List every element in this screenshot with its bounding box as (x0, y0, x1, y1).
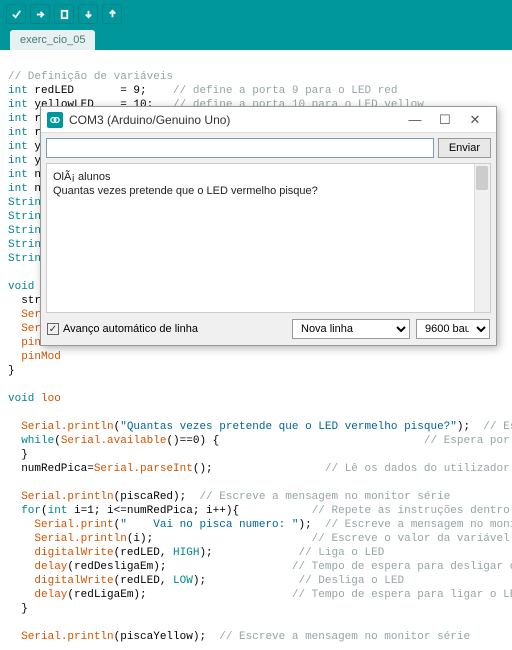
minimize-button[interactable]: — (400, 110, 430, 130)
serial-monitor-window: COM3 (Arduino/Genuino Uno) — ☐ ✕ Enviar … (40, 106, 497, 346)
serial-footer: ✓ Avanço automático de linha Nova linha … (41, 313, 496, 345)
serial-input[interactable] (46, 138, 434, 158)
serial-line: OlÃ¡ alunos (53, 170, 484, 184)
serial-title: COM3 (Arduino/Genuino Uno) (69, 113, 400, 127)
scroll-thumb[interactable] (476, 166, 488, 190)
autoscroll-label: Avanço automático de linha (63, 323, 198, 335)
serial-titlebar[interactable]: COM3 (Arduino/Genuino Uno) — ☐ ✕ (41, 107, 496, 133)
upload-button[interactable] (30, 4, 50, 24)
serial-send-row: Enviar (41, 133, 496, 163)
new-button[interactable] (54, 4, 74, 24)
code-kw: int (8, 85, 28, 97)
scrollbar[interactable] (474, 164, 490, 312)
checkbox-icon: ✓ (47, 323, 59, 335)
close-button[interactable]: ✕ (460, 110, 490, 130)
tab-bar: exerc_cio_05 (0, 28, 512, 50)
open-button[interactable] (78, 4, 98, 24)
tab-sketch[interactable]: exerc_cio_05 (10, 30, 95, 50)
toolbar (0, 0, 512, 28)
save-button[interactable] (102, 4, 122, 24)
code-line: // Definição de variáveis (8, 71, 173, 83)
baud-select[interactable]: 9600 baud (416, 319, 490, 339)
send-button[interactable]: Enviar (438, 138, 491, 158)
serial-line: Quantas vezes pretende que o LED vermelh… (53, 184, 484, 198)
serial-output[interactable]: OlÃ¡ alunos Quantas vezes pretende que o… (46, 163, 491, 313)
arduino-icon (47, 112, 63, 128)
line-ending-select[interactable]: Nova linha (292, 319, 410, 339)
maximize-button[interactable]: ☐ (430, 110, 460, 130)
verify-button[interactable] (6, 4, 26, 24)
autoscroll-checkbox[interactable]: ✓ Avanço automático de linha (47, 323, 286, 335)
